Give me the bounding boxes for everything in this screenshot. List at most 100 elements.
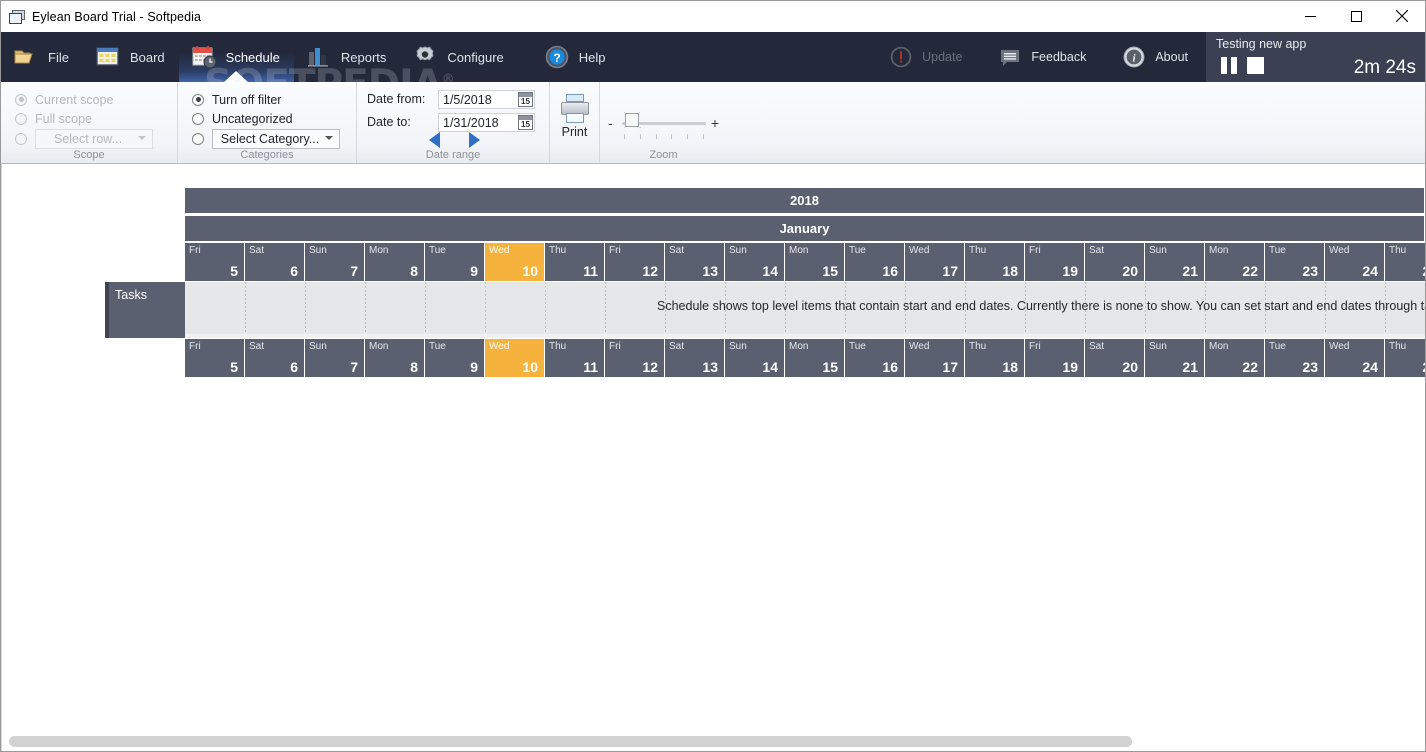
print-button[interactable]: Print bbox=[550, 82, 599, 139]
radio-select-category[interactable] bbox=[192, 132, 204, 145]
radio-uncategorized[interactable] bbox=[192, 112, 204, 125]
gantt-day-cell[interactable]: Thu 11 bbox=[545, 339, 605, 377]
gantt-gridline bbox=[365, 282, 366, 334]
update-label: Update bbox=[922, 50, 963, 64]
gantt-day-cell[interactable]: Fri 5 bbox=[185, 339, 245, 377]
close-icon[interactable] bbox=[1379, 1, 1425, 31]
update-button[interactable]: Update bbox=[871, 32, 980, 82]
application-window: Eylean Board Trial - Softpedia File Boar… bbox=[0, 0, 1426, 752]
gantt-row-label[interactable]: Tasks bbox=[105, 282, 185, 338]
zoom-out-button[interactable]: - bbox=[608, 115, 613, 131]
gantt-day-cell[interactable]: Wed 17 bbox=[905, 243, 965, 281]
gantt-day-cell[interactable]: Thu 18 bbox=[965, 339, 1025, 377]
ribbon-tab-bar: File Board Schedule Reports Configure ? … bbox=[1, 32, 1425, 82]
gantt-day-weekday: Sun bbox=[309, 341, 327, 352]
gantt-day-cell[interactable]: Fri 19 bbox=[1025, 243, 1085, 281]
gantt-day-cell[interactable]: Sun 14 bbox=[725, 339, 785, 377]
gantt-day-cell[interactable]: Mon 8 bbox=[365, 243, 425, 281]
date-from-input[interactable]: 1/5/2018 15 bbox=[438, 90, 535, 109]
scope-option-current[interactable]: Current scope bbox=[15, 90, 114, 109]
arrow-left-icon[interactable] bbox=[429, 132, 440, 148]
category-option-uncategorized[interactable]: Uncategorized bbox=[192, 109, 293, 128]
gantt-day-cell[interactable]: Mon 15 bbox=[785, 243, 845, 281]
gantt-day-number: 7 bbox=[350, 263, 358, 279]
gantt-day-cell[interactable]: Sat 20 bbox=[1085, 243, 1145, 281]
gantt-day-weekday: Thu bbox=[1389, 245, 1407, 256]
maximize-icon[interactable] bbox=[1333, 1, 1379, 31]
gantt-day-weekday: Tue bbox=[429, 341, 446, 352]
gantt-day-cell[interactable]: Sat 20 bbox=[1085, 339, 1145, 377]
radio-full-scope[interactable] bbox=[15, 112, 27, 125]
select-row-dropdown[interactable]: Select row... bbox=[35, 128, 153, 149]
gantt-day-cell[interactable]: Sun 7 bbox=[305, 339, 365, 377]
gantt-day-cell[interactable]: Tue 23 bbox=[1265, 243, 1325, 281]
gantt-day-cell[interactable]: Tue 16 bbox=[845, 339, 905, 377]
pause-icon[interactable] bbox=[1220, 57, 1238, 74]
gantt-day-cell[interactable]: Mon 15 bbox=[785, 339, 845, 377]
category-option-turn-off-filter[interactable]: Turn off filter bbox=[192, 90, 281, 109]
gantt-day-cell[interactable]: Mon 22 bbox=[1205, 339, 1265, 377]
gantt-day-cell[interactable]: Fri 19 bbox=[1025, 339, 1085, 377]
gantt-day-cell[interactable]: Sun 7 bbox=[305, 243, 365, 281]
gantt-day-cell[interactable]: Sat 13 bbox=[665, 339, 725, 377]
select-category-dropdown[interactable]: Select Category... bbox=[212, 128, 340, 149]
category-option-select-category[interactable]: Select Category... bbox=[192, 128, 340, 149]
gantt-day-cell[interactable]: Tue 23 bbox=[1265, 339, 1325, 377]
gantt-day-cell[interactable]: Sun 21 bbox=[1145, 243, 1205, 281]
gantt-day-cell[interactable]: Fri 12 bbox=[605, 339, 665, 377]
gantt-day-cell[interactable]: Thu 11 bbox=[545, 243, 605, 281]
gantt-day-cell[interactable]: Wed 10 bbox=[485, 339, 545, 377]
gantt-day-cell[interactable]: Sun 14 bbox=[725, 243, 785, 281]
scope-option-full[interactable]: Full scope bbox=[15, 109, 92, 128]
arrow-right-icon[interactable] bbox=[469, 132, 480, 148]
gantt-day-cell[interactable]: Wed 24 bbox=[1325, 339, 1385, 377]
gantt-day-weekday: Tue bbox=[1269, 245, 1286, 256]
gantt-day-cell[interactable]: Fri 12 bbox=[605, 243, 665, 281]
tab-schedule[interactable]: Schedule bbox=[178, 32, 294, 82]
horizontal-scrollbar[interactable] bbox=[2, 733, 1424, 750]
about-button[interactable]: i About bbox=[1104, 32, 1206, 82]
gantt-day-cell[interactable]: Fri 5 bbox=[185, 243, 245, 281]
zoom-in-button[interactable]: + bbox=[711, 115, 719, 131]
gantt-day-cell[interactable]: Thu 25 bbox=[1385, 339, 1425, 377]
stop-icon[interactable] bbox=[1247, 57, 1264, 74]
tab-help[interactable]: ? Help bbox=[518, 32, 620, 82]
gantt-row-canvas[interactable]: Schedule shows top level items that cont… bbox=[185, 282, 1425, 338]
gantt-day-cell[interactable]: Mon 22 bbox=[1205, 243, 1265, 281]
calendar-icon[interactable]: 15 bbox=[518, 115, 533, 130]
gantt-day-cell[interactable]: Wed 17 bbox=[905, 339, 965, 377]
gantt-day-weekday: Fri bbox=[1029, 245, 1041, 256]
gantt-day-cell[interactable]: Tue 9 bbox=[425, 339, 485, 377]
scrollbar-thumb[interactable] bbox=[9, 736, 1132, 747]
tab-board[interactable]: Board bbox=[83, 32, 179, 82]
tab-file[interactable]: File bbox=[1, 32, 83, 82]
date-to-label: Date to: bbox=[367, 115, 411, 129]
feedback-button[interactable]: Feedback bbox=[980, 32, 1104, 82]
tab-reports[interactable]: Reports bbox=[294, 32, 401, 82]
gantt-day-weekday: Tue bbox=[849, 341, 866, 352]
gantt-day-weekday: Thu bbox=[549, 245, 567, 256]
gantt-day-cell[interactable]: Wed 10 bbox=[485, 243, 545, 281]
gantt-day-weekday: Sun bbox=[729, 341, 747, 352]
tab-file-label: File bbox=[48, 49, 69, 65]
gantt-day-cell[interactable]: Sat 13 bbox=[665, 243, 725, 281]
radio-select-row[interactable] bbox=[15, 132, 27, 145]
gantt-day-cell[interactable]: Thu 25 bbox=[1385, 243, 1425, 281]
gantt-day-cell[interactable]: Tue 16 bbox=[845, 243, 905, 281]
gantt-day-cell[interactable]: Sat 6 bbox=[245, 243, 305, 281]
date-to-input[interactable]: 1/31/2018 15 bbox=[438, 113, 535, 132]
calendar-icon[interactable]: 15 bbox=[518, 92, 533, 107]
radio-current-scope[interactable] bbox=[15, 93, 27, 106]
gantt-day-cell[interactable]: Thu 18 bbox=[965, 243, 1025, 281]
tab-configure[interactable]: Configure bbox=[400, 32, 517, 82]
radio-turn-off-filter[interactable] bbox=[192, 93, 204, 106]
gantt-day-cell[interactable]: Sun 21 bbox=[1145, 339, 1205, 377]
gantt-day-cell[interactable]: Mon 8 bbox=[365, 339, 425, 377]
gantt-day-cell[interactable]: Wed 24 bbox=[1325, 243, 1385, 281]
zoom-slider-handle[interactable] bbox=[625, 113, 639, 127]
timer-elapsed: 2m 24s bbox=[1353, 57, 1416, 78]
scope-option-select-row[interactable]: Select row... bbox=[15, 128, 153, 149]
gantt-day-cell[interactable]: Tue 9 bbox=[425, 243, 485, 281]
gantt-day-cell[interactable]: Sat 6 bbox=[245, 339, 305, 377]
minimize-icon[interactable] bbox=[1287, 1, 1333, 31]
